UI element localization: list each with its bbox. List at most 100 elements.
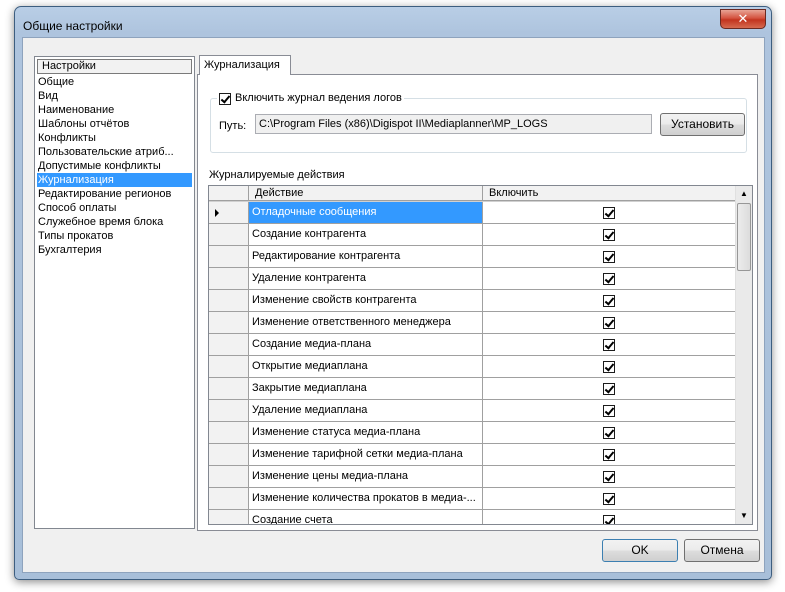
window-title: Общие настройки: [23, 19, 123, 33]
action-cell[interactable]: Создание медиа-плана: [249, 334, 483, 355]
row-header-cell[interactable]: [209, 312, 249, 333]
enable-logging-checkbox[interactable]: [219, 92, 231, 105]
row-header-cell[interactable]: [209, 290, 249, 311]
ok-button[interactable]: OK: [602, 539, 678, 562]
column-header-action[interactable]: Действие: [249, 186, 483, 200]
table-row[interactable]: Удаление медиаплана: [209, 400, 735, 422]
cancel-button[interactable]: Отмена: [684, 539, 760, 562]
enable-action-checkbox[interactable]: [603, 471, 615, 483]
enable-cell: [483, 400, 735, 421]
enable-cell: [483, 202, 735, 223]
scroll-thumb[interactable]: [737, 203, 751, 271]
action-cell[interactable]: Закрытие медиаплана: [249, 378, 483, 399]
enable-cell: [483, 356, 735, 377]
tree-item[interactable]: Наименование: [37, 103, 192, 117]
row-header-cell[interactable]: [209, 224, 249, 245]
tree-item[interactable]: Допустимые конфликты: [37, 159, 192, 173]
enable-action-checkbox[interactable]: [603, 339, 615, 351]
scroll-up-icon[interactable]: ▲: [736, 186, 752, 202]
table-row[interactable]: Изменение количества прокатов в медиа-..…: [209, 488, 735, 510]
row-header-cell[interactable]: [209, 488, 249, 509]
enable-cell: [483, 312, 735, 333]
tree-item[interactable]: Способ оплаты: [37, 201, 192, 215]
enable-action-checkbox[interactable]: [603, 493, 615, 505]
row-header-cell[interactable]: [209, 422, 249, 443]
action-cell[interactable]: Изменение свойств контрагента: [249, 290, 483, 311]
tree-item[interactable]: Редактирование регионов: [37, 187, 192, 201]
enable-action-checkbox[interactable]: [603, 295, 615, 307]
settings-dialog: Общие настройки ✕ Настройки Общие Вид Наим…: [14, 6, 772, 580]
action-cell[interactable]: Изменение тарифной сетки медиа-плана: [249, 444, 483, 465]
row-header-cell[interactable]: [209, 202, 249, 223]
grid-vertical-scrollbar[interactable]: ▲ ▼: [735, 186, 752, 524]
table-row[interactable]: Создание медиа-плана: [209, 334, 735, 356]
table-row[interactable]: Удаление контрагента: [209, 268, 735, 290]
row-header-cell[interactable]: [209, 268, 249, 289]
set-path-button[interactable]: Установить: [660, 113, 745, 136]
table-row[interactable]: Изменение статуса медиа-плана: [209, 422, 735, 444]
tree-item[interactable]: Шаблоны отчётов: [37, 117, 192, 131]
table-row[interactable]: Изменение цены медиа-плана: [209, 466, 735, 488]
title-bar[interactable]: Общие настройки ✕: [15, 7, 771, 37]
enable-action-checkbox[interactable]: [603, 427, 615, 439]
enable-action-checkbox[interactable]: [603, 229, 615, 241]
tree-item[interactable]: Журнализация: [37, 173, 192, 187]
action-cell[interactable]: Открытие медиаплана: [249, 356, 483, 377]
action-cell[interactable]: Изменение цены медиа-плана: [249, 466, 483, 487]
close-icon[interactable]: ✕: [720, 9, 766, 29]
tree-item[interactable]: Типы прокатов: [37, 229, 192, 243]
table-row[interactable]: Изменение тарифной сетки медиа-плана: [209, 444, 735, 466]
tree-header: Настройки: [37, 59, 192, 74]
action-cell[interactable]: Удаление медиаплана: [249, 400, 483, 421]
action-cell[interactable]: Удаление контрагента: [249, 268, 483, 289]
enable-action-checkbox[interactable]: [603, 383, 615, 395]
row-header-cell[interactable]: [209, 246, 249, 267]
enable-cell: [483, 422, 735, 443]
action-cell[interactable]: Изменение количества прокатов в медиа-..…: [249, 488, 483, 509]
enable-action-checkbox[interactable]: [603, 207, 615, 219]
tree-item[interactable]: Служебное время блока: [37, 215, 192, 229]
action-cell[interactable]: Изменение ответственного менеджера: [249, 312, 483, 333]
scroll-down-icon[interactable]: ▼: [736, 508, 752, 524]
tree-item[interactable]: Общие: [37, 75, 192, 89]
action-cell[interactable]: Отладочные сообщения: [249, 202, 483, 223]
action-cell[interactable]: Создание счета: [249, 510, 483, 524]
logging-group: Включить журнал ведения логов Путь: C:\P…: [210, 92, 747, 153]
action-cell[interactable]: Редактирование контрагента: [249, 246, 483, 267]
table-row[interactable]: Отладочные сообщения: [209, 202, 735, 224]
table-row[interactable]: Создание контрагента: [209, 224, 735, 246]
enable-cell: [483, 246, 735, 267]
row-header-cell[interactable]: [209, 466, 249, 487]
row-header-cell[interactable]: [209, 510, 249, 524]
action-cell[interactable]: Изменение статуса медиа-плана: [249, 422, 483, 443]
table-row[interactable]: Создание счета: [209, 510, 735, 524]
path-field[interactable]: C:\Program Files (x86)\Digispot II\Media…: [255, 114, 652, 134]
column-header-enable[interactable]: Включить: [483, 186, 735, 200]
tree-item[interactable]: Пользовательские атриб...: [37, 145, 192, 159]
enable-action-checkbox[interactable]: [603, 251, 615, 263]
tree-item[interactable]: Конфликты: [37, 131, 192, 145]
enable-cell: [483, 334, 735, 355]
enable-action-checkbox[interactable]: [603, 405, 615, 417]
row-header-cell[interactable]: [209, 444, 249, 465]
enable-action-checkbox[interactable]: [603, 317, 615, 329]
table-row[interactable]: Закрытие медиаплана: [209, 378, 735, 400]
tree-item[interactable]: Бухгалтерия: [37, 243, 192, 257]
table-row[interactable]: Редактирование контрагента: [209, 246, 735, 268]
enable-logging-option[interactable]: Включить журнал ведения логов: [217, 92, 404, 105]
row-header-cell[interactable]: [209, 378, 249, 399]
action-cell[interactable]: Создание контрагента: [249, 224, 483, 245]
path-label: Путь:: [219, 120, 247, 132]
table-row[interactable]: Изменение свойств контрагента: [209, 290, 735, 312]
enable-action-checkbox[interactable]: [603, 515, 615, 524]
tab-logging[interactable]: Журнализация: [199, 55, 291, 75]
table-row[interactable]: Изменение ответственного менеджера: [209, 312, 735, 334]
table-row[interactable]: Открытие медиаплана: [209, 356, 735, 378]
row-header-cell[interactable]: [209, 334, 249, 355]
row-header-cell[interactable]: [209, 356, 249, 377]
tree-item[interactable]: Вид: [37, 89, 192, 103]
enable-action-checkbox[interactable]: [603, 361, 615, 373]
enable-action-checkbox[interactable]: [603, 449, 615, 461]
row-header-cell[interactable]: [209, 400, 249, 421]
enable-action-checkbox[interactable]: [603, 273, 615, 285]
